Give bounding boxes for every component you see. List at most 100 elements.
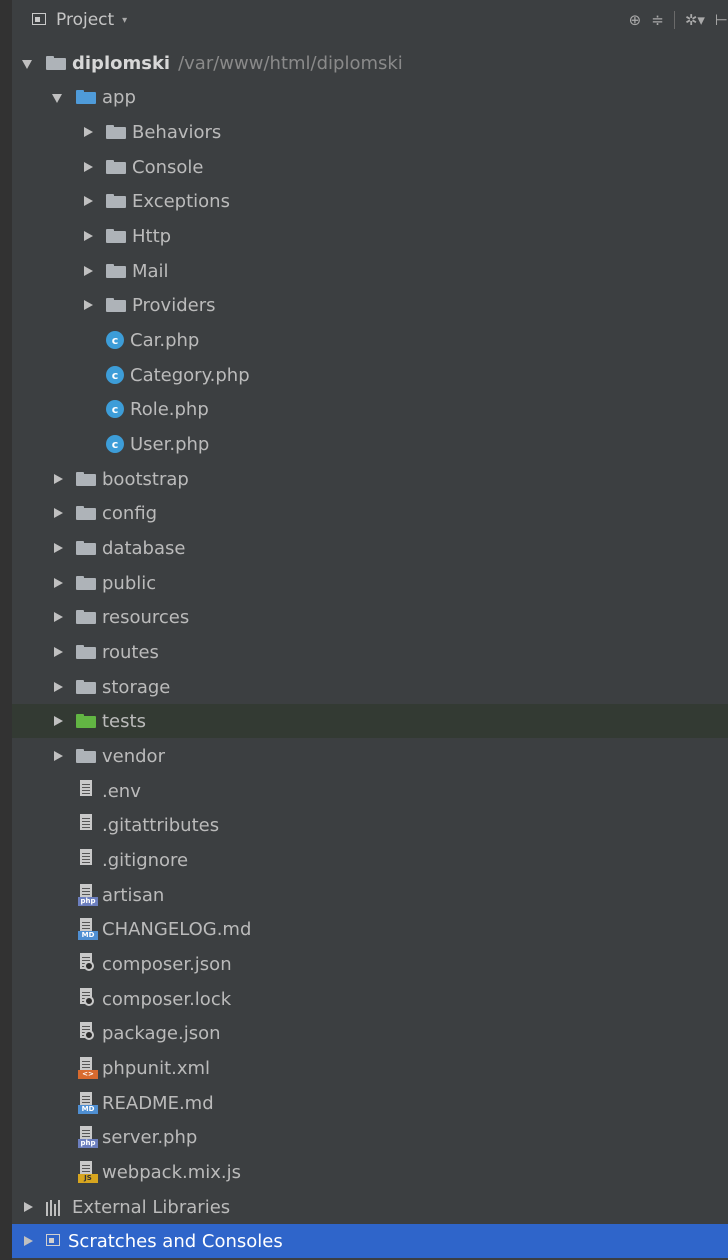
collapsed-arrow-icon[interactable] — [82, 230, 94, 242]
php-class-icon: c — [106, 366, 124, 384]
php-file-icon: php — [78, 1126, 98, 1148]
collapse-all-icon[interactable]: ≑ — [651, 11, 664, 29]
tree-file-user[interactable]: c User.php — [12, 427, 728, 461]
hide-panel-icon[interactable]: ⊢ — [715, 11, 728, 29]
tree-folder-behaviors[interactable]: Behaviors — [12, 115, 728, 149]
tree-file-category[interactable]: c Category.php — [12, 358, 728, 392]
tree-folder-tests[interactable]: tests — [12, 704, 728, 738]
tree-file-package-json[interactable]: package.json — [12, 1016, 728, 1050]
tree-file-server[interactable]: php server.php — [12, 1120, 728, 1154]
project-view-icon — [32, 13, 48, 27]
tree-folder-database[interactable]: database — [12, 531, 728, 565]
collapsed-arrow-icon[interactable] — [82, 126, 94, 138]
tree-root-diplomski[interactable]: diplomski /var/www/html/diplomski — [12, 46, 728, 80]
tree-folder-public[interactable]: public — [12, 566, 728, 600]
tree-file-gitignore[interactable]: .gitignore — [12, 843, 728, 877]
tree-folder-console[interactable]: Console — [12, 150, 728, 184]
tree-file-role[interactable]: c Role.php — [12, 392, 728, 426]
folder-label: storage — [102, 676, 171, 698]
module-folder-icon — [46, 56, 66, 70]
tree-file-car[interactable]: c Car.php — [12, 323, 728, 357]
collapsed-arrow-icon[interactable] — [52, 715, 64, 727]
folder-icon — [106, 194, 126, 208]
collapsed-arrow-icon[interactable] — [52, 681, 64, 693]
folder-label: bootstrap — [102, 468, 189, 490]
collapsed-arrow-icon[interactable] — [22, 1235, 34, 1247]
file-label: Role.php — [130, 398, 209, 420]
tree-folder-resources[interactable]: resources — [12, 600, 728, 634]
expanded-arrow-icon[interactable] — [22, 57, 34, 69]
folder-label: routes — [102, 641, 159, 663]
project-panel: Project ▾ ⊕ ≑ ✲▾ ⊢ diplomski /var/www/ht… — [12, 0, 728, 1260]
php-file-icon: php — [78, 884, 98, 906]
expanded-arrow-icon[interactable] — [52, 91, 64, 103]
markdown-file-icon: MD — [78, 918, 98, 940]
root-path: /var/www/html/diplomski — [178, 52, 403, 74]
tree-file-phpunit[interactable]: <> phpunit.xml — [12, 1051, 728, 1085]
locate-file-icon[interactable]: ⊕ — [629, 11, 642, 29]
folder-label: vendor — [102, 745, 165, 767]
xml-file-icon: <> — [78, 1057, 98, 1079]
tree-folder-storage[interactable]: storage — [12, 670, 728, 704]
json-file-icon — [78, 988, 96, 1010]
tree-folder-providers[interactable]: Providers — [12, 288, 728, 322]
folder-label: database — [102, 537, 186, 559]
collapsed-arrow-icon[interactable] — [82, 195, 94, 207]
collapsed-arrow-icon[interactable] — [22, 1201, 34, 1213]
folder-label: Mail — [132, 260, 169, 282]
toolbar-separator — [673, 11, 675, 29]
file-label: server.php — [102, 1126, 198, 1148]
chevron-down-icon[interactable]: ▾ — [122, 15, 127, 26]
tree-external-libraries[interactable]: External Libraries — [12, 1190, 728, 1224]
tree-file-webpack[interactable]: JS webpack.mix.js — [12, 1155, 728, 1189]
test-folder-icon — [76, 714, 96, 728]
tree-folder-bootstrap[interactable]: bootstrap — [12, 462, 728, 496]
collapsed-arrow-icon[interactable] — [52, 473, 64, 485]
php-class-icon: c — [106, 435, 124, 453]
collapsed-arrow-icon[interactable] — [52, 611, 64, 623]
tree-file-readme[interactable]: MD README.md — [12, 1086, 728, 1120]
folder-icon — [106, 229, 126, 243]
json-file-icon — [78, 953, 96, 975]
scratches-icon — [46, 1234, 62, 1248]
file-label: .env — [102, 780, 141, 802]
collapsed-arrow-icon[interactable] — [52, 542, 64, 554]
tree-file-changelog[interactable]: MD CHANGELOG.md — [12, 912, 728, 946]
folder-icon — [106, 298, 126, 312]
collapsed-arrow-icon[interactable] — [52, 577, 64, 589]
folder-label: resources — [102, 606, 190, 628]
folder-label: tests — [102, 710, 146, 732]
project-view-title[interactable]: Project — [56, 10, 114, 30]
tree-folder-app[interactable]: app — [12, 80, 728, 114]
tree-folder-routes[interactable]: routes — [12, 635, 728, 669]
file-label: .gitignore — [102, 849, 189, 871]
scratches-label: Scratches and Consoles — [68, 1230, 283, 1252]
tree-file-composer-json[interactable]: composer.json — [12, 947, 728, 981]
tree-folder-exceptions[interactable]: Exceptions — [12, 184, 728, 218]
file-label: CHANGELOG.md — [102, 918, 252, 940]
tree-folder-mail[interactable]: Mail — [12, 254, 728, 288]
tree-folder-config[interactable]: config — [12, 496, 728, 530]
collapsed-arrow-icon[interactable] — [82, 161, 94, 173]
library-icon — [46, 1198, 66, 1216]
folder-icon — [106, 264, 126, 278]
collapsed-arrow-icon[interactable] — [82, 299, 94, 311]
collapsed-arrow-icon[interactable] — [52, 507, 64, 519]
php-class-icon: c — [106, 400, 124, 418]
settings-gear-icon[interactable]: ✲▾ — [685, 11, 705, 29]
folder-icon — [76, 472, 96, 486]
tree-file-artisan[interactable]: php artisan — [12, 878, 728, 912]
tree-folder-vendor[interactable]: vendor — [12, 739, 728, 773]
tree-file-env[interactable]: .env — [12, 774, 728, 808]
tree-scratches-consoles[interactable]: Scratches and Consoles — [12, 1224, 728, 1258]
tree-file-gitattributes[interactable]: .gitattributes — [12, 808, 728, 842]
external-libraries-label: External Libraries — [72, 1196, 231, 1218]
tree-folder-http[interactable]: Http — [12, 219, 728, 253]
folder-icon — [106, 160, 126, 174]
tree-file-composer-lock[interactable]: composer.lock — [12, 982, 728, 1016]
collapsed-arrow-icon[interactable] — [52, 646, 64, 658]
folder-icon — [76, 576, 96, 590]
collapsed-arrow-icon[interactable] — [82, 265, 94, 277]
text-file-icon — [78, 780, 96, 802]
collapsed-arrow-icon[interactable] — [52, 750, 64, 762]
